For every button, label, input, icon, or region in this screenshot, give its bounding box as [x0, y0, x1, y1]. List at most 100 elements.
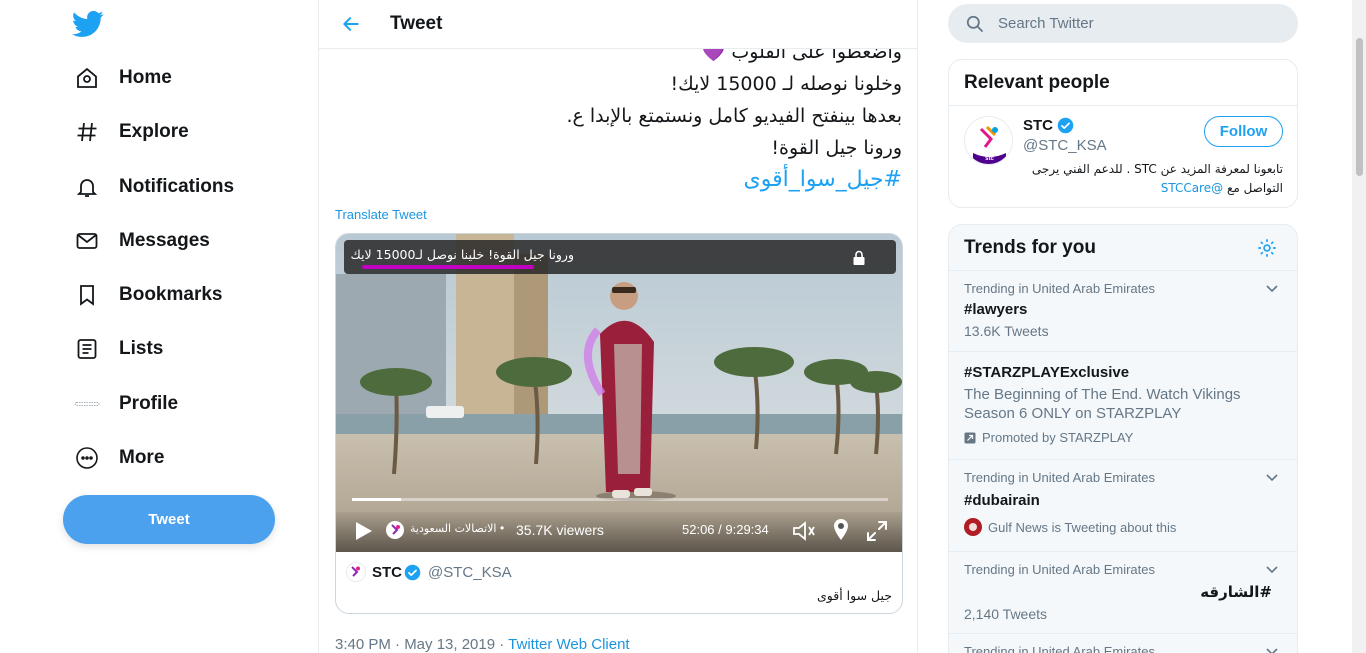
video-player[interactable]: ورونا جيل القوة! خلينا نوصل لـ15000 لايك…: [336, 234, 902, 552]
video-controls: الاتصالات السعودية • 35.7K viewers 52:06…: [336, 512, 902, 552]
trends-panel: Trends for you Trending in United Arab E…: [948, 224, 1298, 653]
nav-bookmarks[interactable]: Bookmarks: [60, 272, 237, 318]
person-name[interactable]: STC: [1023, 117, 1053, 134]
relevant-people-panel: Relevant people stc STC @STC_KSA Follow …: [948, 59, 1298, 208]
search-box[interactable]: [948, 4, 1298, 43]
card-author-name: STC: [372, 564, 402, 581]
compose-tweet-button[interactable]: Tweet: [63, 495, 275, 544]
promoted-trend-item[interactable]: #STARZPLAYExclusive The Beginning of The…: [949, 352, 1297, 460]
nav-explore[interactable]: Explore: [60, 109, 203, 155]
right-sidebar: Relevant people stc STC @STC_KSA Follow …: [948, 0, 1298, 653]
nav-more[interactable]: More: [60, 435, 178, 481]
card-author-handle: @STC_KSA: [428, 564, 512, 581]
nav-home-label: Home: [119, 67, 172, 88]
trend-source-text: Gulf News is Tweeting about this: [988, 519, 1177, 535]
chevron-down-icon[interactable]: [1265, 470, 1279, 484]
translate-tweet-link[interactable]: Translate Tweet: [335, 207, 427, 222]
trend-name: #الشارقه: [1200, 583, 1272, 601]
separator-dot: •: [500, 521, 505, 535]
card-caption: جيل سوا أقوى: [816, 588, 892, 603]
fullscreen-expand-icon[interactable]: [866, 520, 888, 542]
tweet-timestamp: 3:40 PM · May 13, 2019 · Twitter Web Cli…: [335, 636, 630, 653]
trend-description: The Beginning of The End. Watch Vikings …: [964, 386, 1241, 422]
promoted-icon: [964, 432, 976, 443]
divider: [949, 105, 1297, 106]
play-icon[interactable]: [352, 520, 374, 542]
gear-icon[interactable]: [1256, 237, 1278, 259]
bookmark-icon: [74, 282, 100, 308]
trend-item[interactable]: Trending in United Arab Emirates #lawyer…: [949, 271, 1297, 352]
video-frame-image: [336, 234, 902, 552]
nav-notifications-label: Notifications: [119, 176, 235, 197]
location-pin-icon[interactable]: [832, 518, 850, 542]
tweet-detail-column: Tweet واضغطوا على القلوب 💜 وخلونا نوصله …: [318, 0, 918, 653]
back-arrow-icon[interactable]: [336, 9, 366, 39]
page-scrollbar[interactable]: [1352, 0, 1366, 653]
trend-count: 13.6K Tweets: [964, 323, 1049, 339]
tweet-client-link[interactable]: Twitter Web Client: [508, 636, 629, 653]
tweet-header: Tweet: [319, 0, 917, 49]
bio-text: تابعونا لمعرفة المزيد عن STC . للدعم الف…: [1031, 162, 1283, 195]
trend-count: 2,140 Tweets: [964, 606, 1048, 622]
tweet-body: واضغطوا على القلوب 💜 وخلونا نوصله لـ 150…: [342, 36, 902, 196]
trend-context: Trending in United Arab Emirates: [964, 644, 1156, 653]
person-handle[interactable]: @STC_KSA: [1023, 137, 1107, 154]
follow-button[interactable]: Follow: [1204, 116, 1283, 147]
trend-item[interactable]: Trending in United Arab Emirates #الشارق…: [949, 552, 1297, 634]
person-bio: تابعونا لمعرفة المزيد عن STC . للدعم الف…: [1013, 160, 1283, 198]
relevant-people-title: Relevant people: [964, 72, 1110, 93]
trend-name: #lawyers: [964, 301, 1028, 318]
chevron-down-icon[interactable]: [1265, 281, 1279, 295]
search-icon: [965, 14, 984, 33]
nav-bookmarks-label: Bookmarks: [119, 284, 223, 305]
nav-profile[interactable]: Profile: [60, 381, 192, 427]
scrollbar-thumb[interactable]: [1356, 38, 1363, 176]
hashtag-icon: [74, 119, 100, 145]
video-progress-bar[interactable]: [352, 498, 888, 501]
trend-item[interactable]: Trending in United Arab Emirates: [949, 634, 1297, 653]
nav-messages-label: Messages: [119, 230, 210, 251]
stc-profile-avatar[interactable]: stc: [964, 116, 1013, 165]
video-card-footer[interactable]: STC @STC_KSA جيل سوا أقوى: [336, 552, 902, 613]
search-input[interactable]: [998, 4, 1278, 43]
trend-source: Gulf News is Tweeting about this: [964, 518, 1176, 536]
list-icon: [74, 336, 100, 362]
video-title-overlay: ورونا جيل القوة! خلينا نوصل لـ15000 لايك: [344, 240, 896, 274]
tweet-line: ورونا جيل القوة!: [771, 137, 902, 159]
tweet-hashtag-link[interactable]: #جيل_سوا_أقوى: [342, 164, 902, 196]
chevron-down-icon[interactable]: [1265, 562, 1279, 576]
trend-item[interactable]: Trending in United Arab Emirates #dubair…: [949, 460, 1297, 552]
promoted-label: Promoted by STARZPLAY: [964, 430, 1133, 445]
nav-lists-label: Lists: [119, 338, 164, 359]
trends-title: Trends for you: [964, 237, 1096, 258]
tweet-line: وخلونا نوصله لـ 15000 لايك!: [670, 73, 902, 95]
time-readout: 52:06 / 9:29:34: [682, 522, 769, 537]
profile-avatar-icon: [74, 391, 100, 417]
more-circle-icon: [74, 445, 100, 471]
video-progress-fill: [352, 498, 401, 501]
envelope-icon: [74, 228, 100, 254]
lock-icon: [852, 250, 866, 266]
nav-notifications[interactable]: Notifications: [60, 164, 248, 210]
viewer-count: 35.7K viewers: [516, 522, 604, 538]
verified-badge-icon: [404, 564, 421, 581]
nav-messages[interactable]: Messages: [60, 218, 224, 264]
nav-profile-label: Profile: [119, 393, 179, 414]
promoted-by-text: Promoted by STARZPLAY: [982, 430, 1134, 445]
bell-icon: [74, 174, 100, 200]
nav-more-label: More: [119, 447, 165, 468]
gulf-news-avatar-icon: [964, 518, 982, 536]
video-card[interactable]: ورونا جيل القوة! خلينا نوصل لـ15000 لايك…: [335, 233, 903, 614]
chevron-down-icon[interactable]: [1265, 644, 1279, 653]
nav-explore-label: Explore: [119, 121, 189, 142]
channel-avatar: [386, 521, 404, 539]
left-navigation: Home Explore Notifications Messages Book…: [0, 0, 318, 653]
twitter-bird-logo-icon[interactable]: [72, 8, 104, 40]
title-highlight-bar: [362, 265, 534, 269]
svg-text:stc: stc: [985, 156, 994, 162]
bio-mention-link[interactable]: @STCCare: [1161, 181, 1223, 195]
trend-context: Trending in United Arab Emirates: [964, 470, 1156, 485]
nav-home[interactable]: Home: [60, 55, 186, 101]
volume-muted-icon[interactable]: [791, 519, 817, 543]
nav-lists[interactable]: Lists: [60, 326, 177, 372]
